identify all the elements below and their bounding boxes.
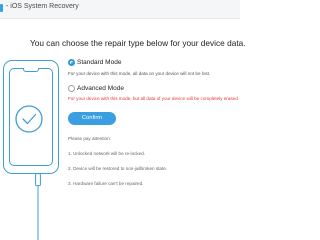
title-bar: - iOS System Recovery	[0, 0, 240, 19]
advanced-mode-radio[interactable]	[68, 85, 75, 92]
phone-notch	[23, 68, 39, 72]
advanced-mode-description: For your device with this mode, but all …	[68, 96, 240, 101]
check-circle-icon	[15, 105, 43, 133]
app-title: - iOS System Recovery	[6, 3, 79, 10]
app-logo-icon	[0, 4, 3, 12]
notice-item: 3. Hardware failure can't be repaired.	[68, 181, 144, 186]
standard-mode-radio[interactable]	[68, 59, 75, 66]
confirm-button[interactable]: Confirm	[68, 112, 116, 125]
advanced-mode-label[interactable]: Advanced Mode	[77, 85, 124, 92]
standard-mode-description: For your device with this mode, all data…	[68, 71, 211, 76]
standard-mode-label[interactable]: Standard Mode	[77, 59, 121, 66]
page-heading: You can choose the repair type below for…	[30, 38, 246, 48]
notice-item: 1. Unlocked network will be re-locked.	[68, 151, 146, 156]
usb-cable-icon	[35, 173, 41, 240]
notice-item: 2. Device will be restored to non-jailbr…	[68, 166, 168, 171]
notice-title: Please pay attention:	[68, 136, 111, 141]
